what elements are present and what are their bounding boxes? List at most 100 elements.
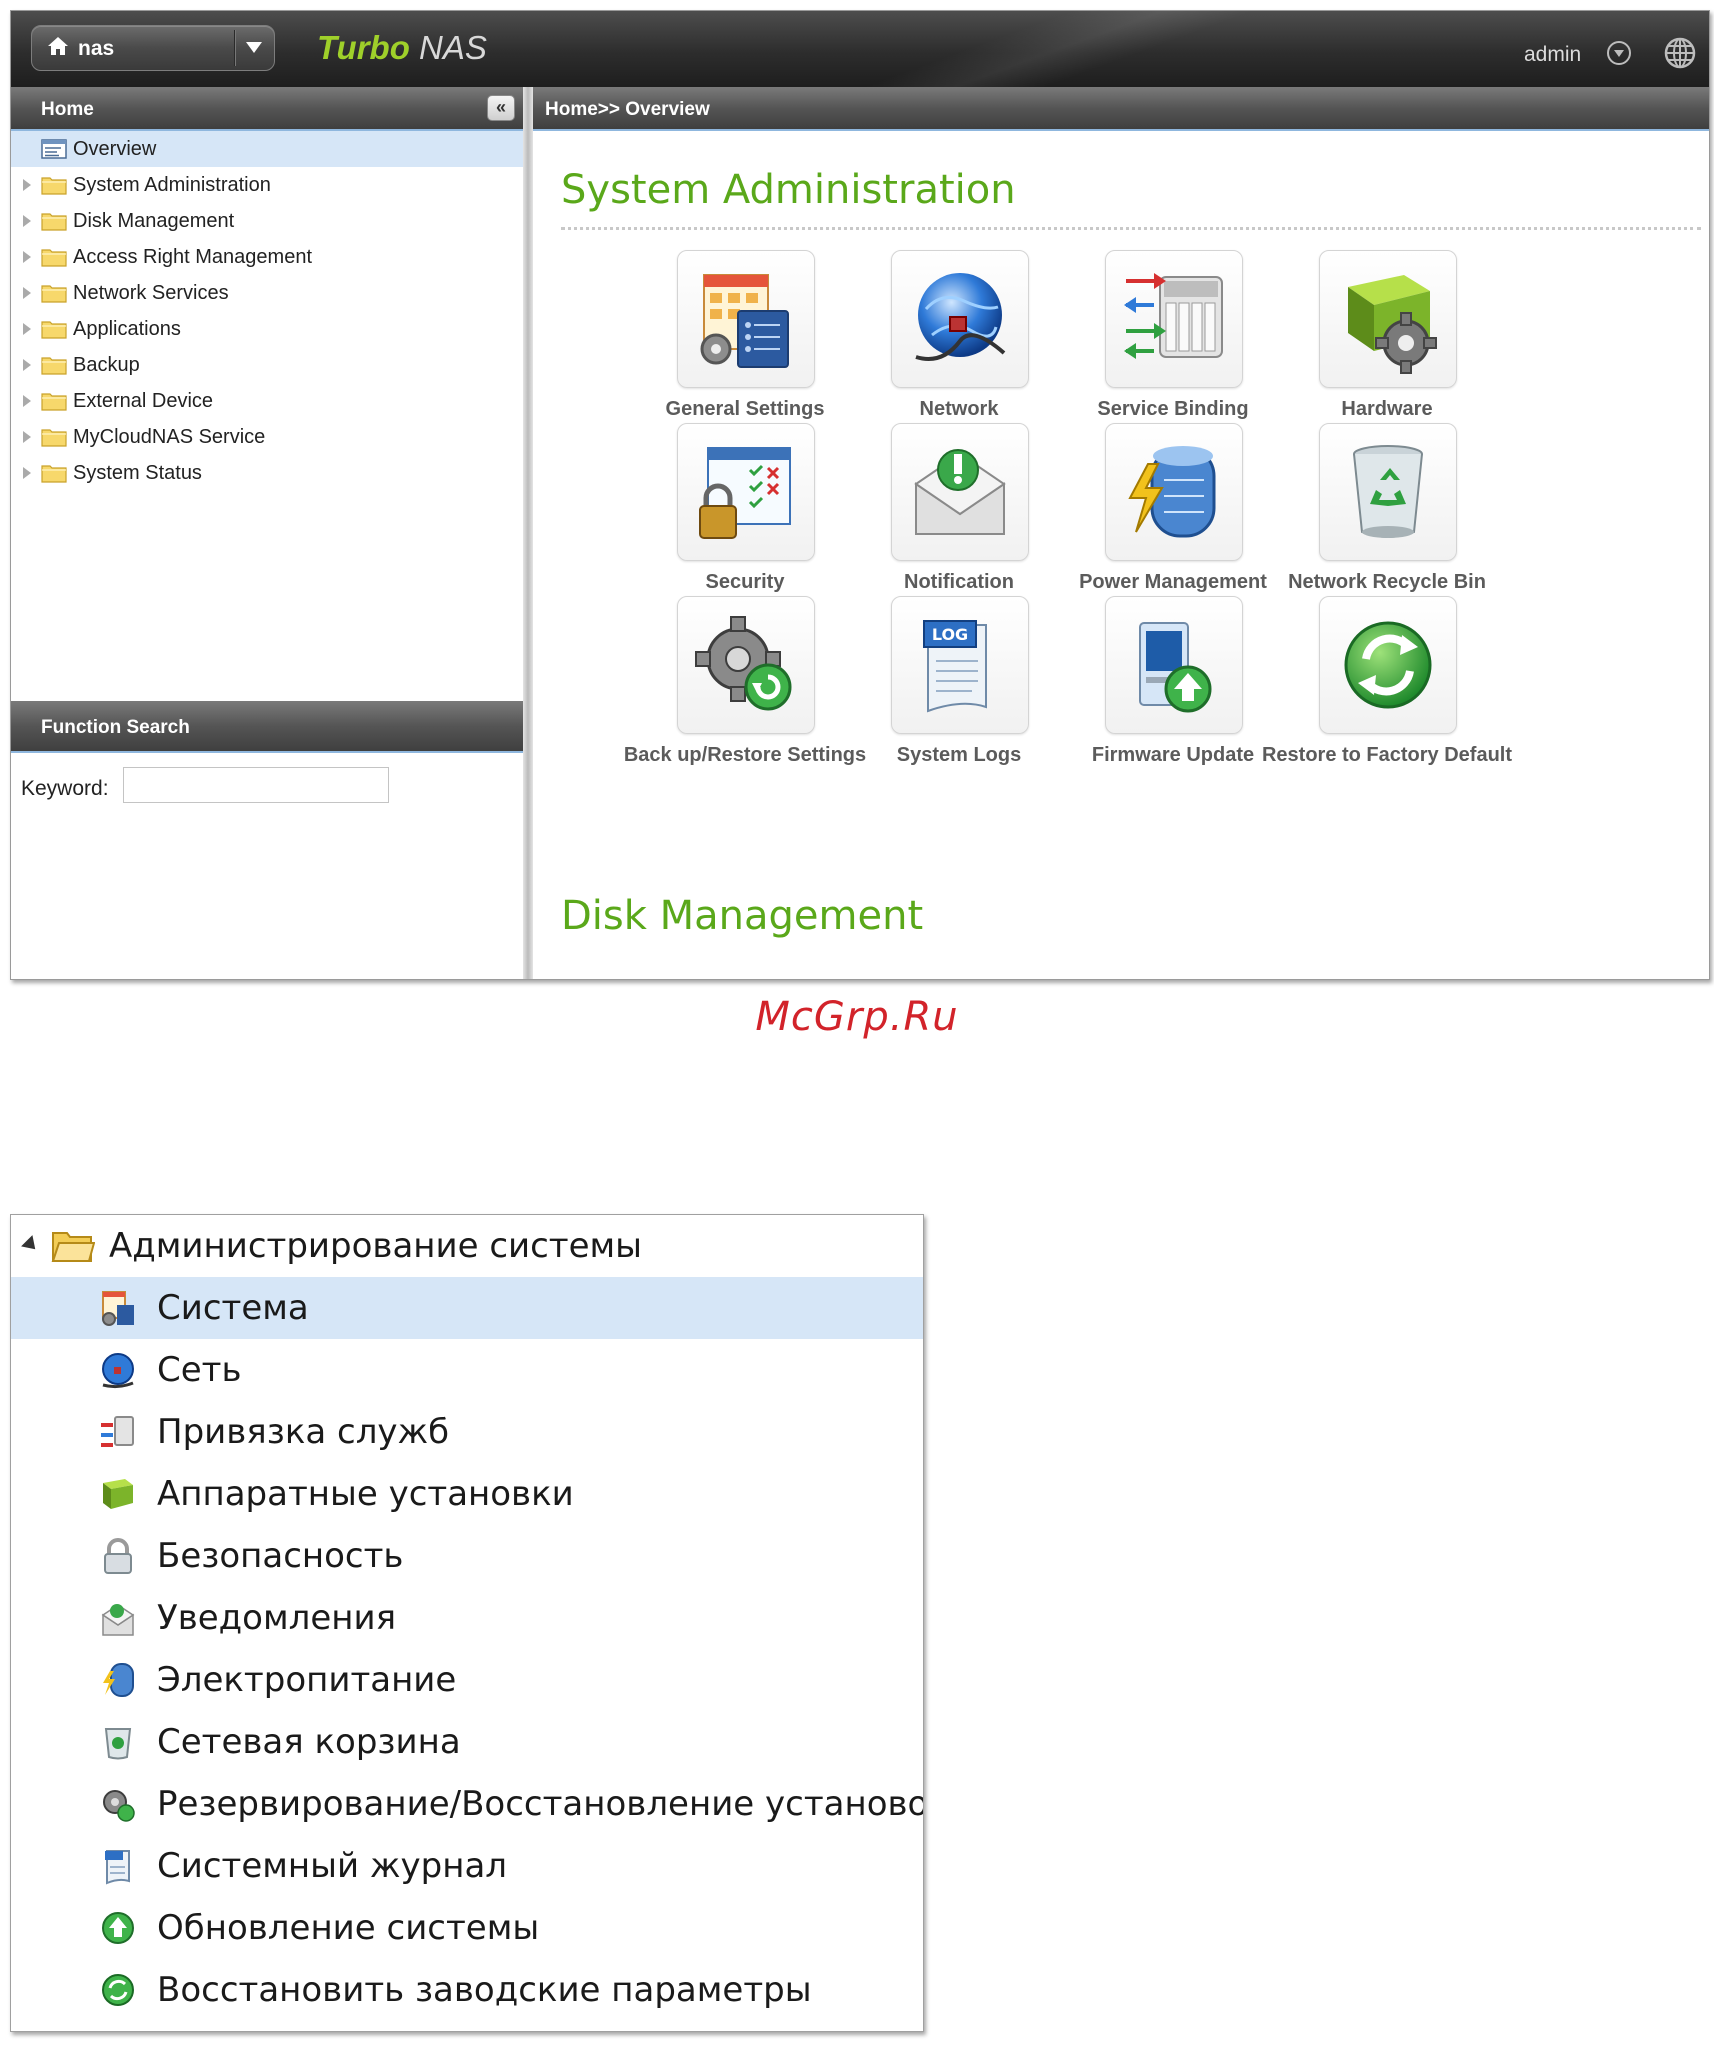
- ru-tree-item-system[interactable]: Система: [11, 1277, 923, 1339]
- tile-label: Restore to Factory Default: [1261, 744, 1513, 766]
- keyword-label: Keyword:: [21, 777, 109, 800]
- expand-arrow-icon[interactable]: [23, 215, 31, 227]
- backup-restore-gear-icon: [695, 616, 792, 711]
- folder-icon: [41, 357, 67, 375]
- folder-icon: [41, 285, 67, 303]
- tree-item-external-device[interactable]: External Device: [11, 383, 523, 419]
- general-settings-icon: [700, 274, 789, 368]
- backup-restore-gear-icon: [103, 1790, 135, 1822]
- general-settings-icon: [102, 1291, 134, 1326]
- ru-tree-item-security[interactable]: Безопасность: [11, 1525, 923, 1587]
- folder-icon: [41, 393, 67, 411]
- ru-tree-item-label: Безопасность: [157, 1536, 404, 1576]
- tree-item-network-services[interactable]: Network Services: [11, 275, 523, 311]
- tree-item-applications[interactable]: Applications: [11, 311, 523, 347]
- ru-tree-item-notifications[interactable]: Уведомления: [11, 1587, 923, 1649]
- section-divider: [561, 227, 1701, 230]
- recycle-bin-icon: [104, 1728, 132, 1760]
- service-binding-icon: [101, 1416, 134, 1447]
- left-navigation-panel: Home « Overview System Administration Di…: [11, 87, 524, 979]
- chevron-down-icon[interactable]: [246, 42, 262, 53]
- overview-icon: [41, 139, 67, 159]
- firmware-update-icon: [102, 1912, 134, 1944]
- system-logs-icon: LOG: [923, 620, 987, 713]
- ru-tree-item-label: Обновление системы: [157, 1908, 540, 1948]
- hardware-gear-icon: [1348, 275, 1437, 374]
- ru-tree-item-label: Сетевая корзина: [157, 1722, 461, 1762]
- tree-item-label: External Device: [73, 390, 214, 412]
- breadcrumb: Home>> Overview: [545, 99, 710, 120]
- breadcrumb-bar: Home>> Overview: [533, 87, 1709, 131]
- ru-tree-root-label: Администрирование системы: [109, 1226, 643, 1266]
- tree-item-backup[interactable]: Backup: [11, 347, 523, 383]
- ru-tree-item-service-binding[interactable]: Привязка служб: [11, 1401, 923, 1463]
- ru-tree-item-label: Аппаратные установки: [157, 1474, 574, 1514]
- collapse-panel-button[interactable]: «: [487, 95, 515, 121]
- security-lock-icon: [699, 447, 791, 539]
- tree-item-label: System Status: [73, 462, 202, 484]
- collapse-arrow-icon[interactable]: [21, 1235, 41, 1255]
- svg-text:LOG: LOG: [932, 625, 968, 644]
- tile-hardware[interactable]: Hardware: [1257, 250, 1517, 450]
- expand-arrow-icon[interactable]: [23, 395, 31, 407]
- turbo-nas-window: nas Turbo NAS admin Home « Overview Syst…: [10, 10, 1710, 980]
- user-menu-icon[interactable]: [1607, 41, 1631, 65]
- ru-tree-item-system-log[interactable]: Системный журнал: [11, 1835, 923, 1897]
- tree-item-system-administration[interactable]: System Administration: [11, 167, 523, 203]
- function-search-title: Function Search: [41, 717, 190, 738]
- expand-arrow-icon[interactable]: [23, 323, 31, 335]
- folder-icon: [41, 321, 67, 339]
- tree-item-label: Network Services: [73, 282, 229, 304]
- power-management-icon: [1128, 446, 1216, 538]
- system-logs-icon: [105, 1850, 130, 1885]
- ru-tree-item-factory-default[interactable]: Восстановить заводские параметры: [11, 1959, 923, 2021]
- tree-item-overview[interactable]: Overview: [11, 131, 523, 167]
- ru-tree-item-system-update[interactable]: Обновление системы: [11, 1897, 923, 1959]
- navigation-tree: Overview System Administration Disk Mana…: [11, 131, 523, 491]
- tree-item-label: Backup: [73, 354, 140, 376]
- expand-arrow-icon[interactable]: [23, 179, 31, 191]
- expand-arrow-icon[interactable]: [23, 431, 31, 443]
- panel-title: Home: [41, 99, 94, 120]
- folder-icon: [41, 429, 67, 447]
- function-search-header: Function Search: [11, 701, 523, 753]
- ru-tree-item-recycle-bin[interactable]: Сетевая корзина: [11, 1711, 923, 1773]
- power-management-icon: [103, 1663, 134, 1697]
- tree-item-label: Disk Management: [73, 210, 235, 232]
- tile-network-recycle-bin[interactable]: Network Recycle Bin: [1257, 423, 1517, 623]
- home-icon: [48, 37, 68, 55]
- language-globe-icon[interactable]: [1664, 37, 1696, 69]
- ru-tree-root[interactable]: Администрирование системы: [11, 1215, 923, 1277]
- network-globe-icon: [102, 1353, 134, 1389]
- expand-arrow-icon[interactable]: [23, 467, 31, 479]
- host-selector[interactable]: nas: [31, 25, 275, 71]
- overview-panel: Home>> Overview System Administration Ge…: [533, 87, 1709, 979]
- tile-restore-factory-default[interactable]: Restore to Factory Default: [1257, 596, 1517, 796]
- panel-splitter[interactable]: [523, 87, 533, 979]
- ru-tree-item-network[interactable]: Сеть: [11, 1339, 923, 1401]
- tree-item-system-status[interactable]: System Status: [11, 455, 523, 491]
- ru-tree-item-backup-restore[interactable]: Резервирование/Восстановление установок: [11, 1773, 923, 1835]
- hardware-gear-icon: [103, 1479, 133, 1509]
- folder-icon: [41, 213, 67, 231]
- brand-logo: Turbo NAS: [317, 29, 487, 66]
- ru-tree-item-label: Привязка служб: [157, 1412, 450, 1452]
- firmware-update-icon: [1139, 622, 1212, 713]
- tree-item-mycloudnas-service[interactable]: MyCloudNAS Service: [11, 419, 523, 455]
- section-title-disk-management: Disk Management: [561, 893, 924, 939]
- folder-icon: [41, 177, 67, 195]
- expand-arrow-icon[interactable]: [23, 251, 31, 263]
- ru-tree-item-label: Резервирование/Восстановление установок: [157, 1784, 924, 1824]
- ru-tree-item-hardware[interactable]: Аппаратные установки: [11, 1463, 923, 1525]
- expand-arrow-icon[interactable]: [23, 287, 31, 299]
- open-folder-icon: [51, 1232, 95, 1262]
- notification-envelope-icon: [101, 1604, 135, 1636]
- watermark: McGrp.Ru: [755, 994, 959, 1040]
- user-name[interactable]: admin: [1524, 43, 1581, 67]
- tree-item-access-right-management[interactable]: Access Right Management: [11, 239, 523, 275]
- keyword-input[interactable]: [123, 767, 389, 803]
- expand-arrow-icon[interactable]: [23, 359, 31, 371]
- home-panel-header: Home «: [11, 87, 523, 131]
- ru-tree-item-power[interactable]: Электропитание: [11, 1649, 923, 1711]
- tree-item-disk-management[interactable]: Disk Management: [11, 203, 523, 239]
